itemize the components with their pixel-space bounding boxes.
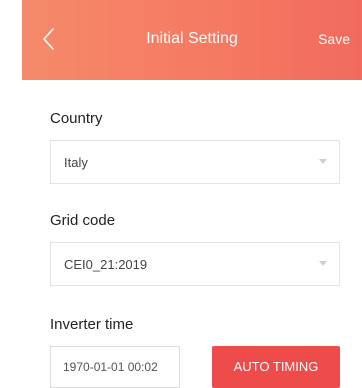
grid-code-value: CEI0_21:2019 [64,257,148,272]
country-select[interactable]: Italy [50,140,340,184]
caret-down-icon [319,261,327,266]
save-button[interactable]: Save [318,31,350,47]
inverter-time-field[interactable]: 1970-01-01 00:02 [50,346,180,388]
chevron-left-icon [43,28,54,50]
country-value: Italy [64,155,88,170]
inverter-time-label: Inverter time [50,316,134,333]
caret-down-icon [319,159,327,164]
back-button[interactable] [40,24,60,54]
auto-timing-button[interactable]: AUTO TIMING [212,346,340,388]
header-bar: Initial Setting Save [22,0,362,80]
grid-code-label: Grid code [50,212,116,229]
country-label: Country [50,110,103,127]
grid-code-select[interactable]: CEI0_21:2019 [50,242,340,286]
page-title: Initial Setting [146,30,238,47]
